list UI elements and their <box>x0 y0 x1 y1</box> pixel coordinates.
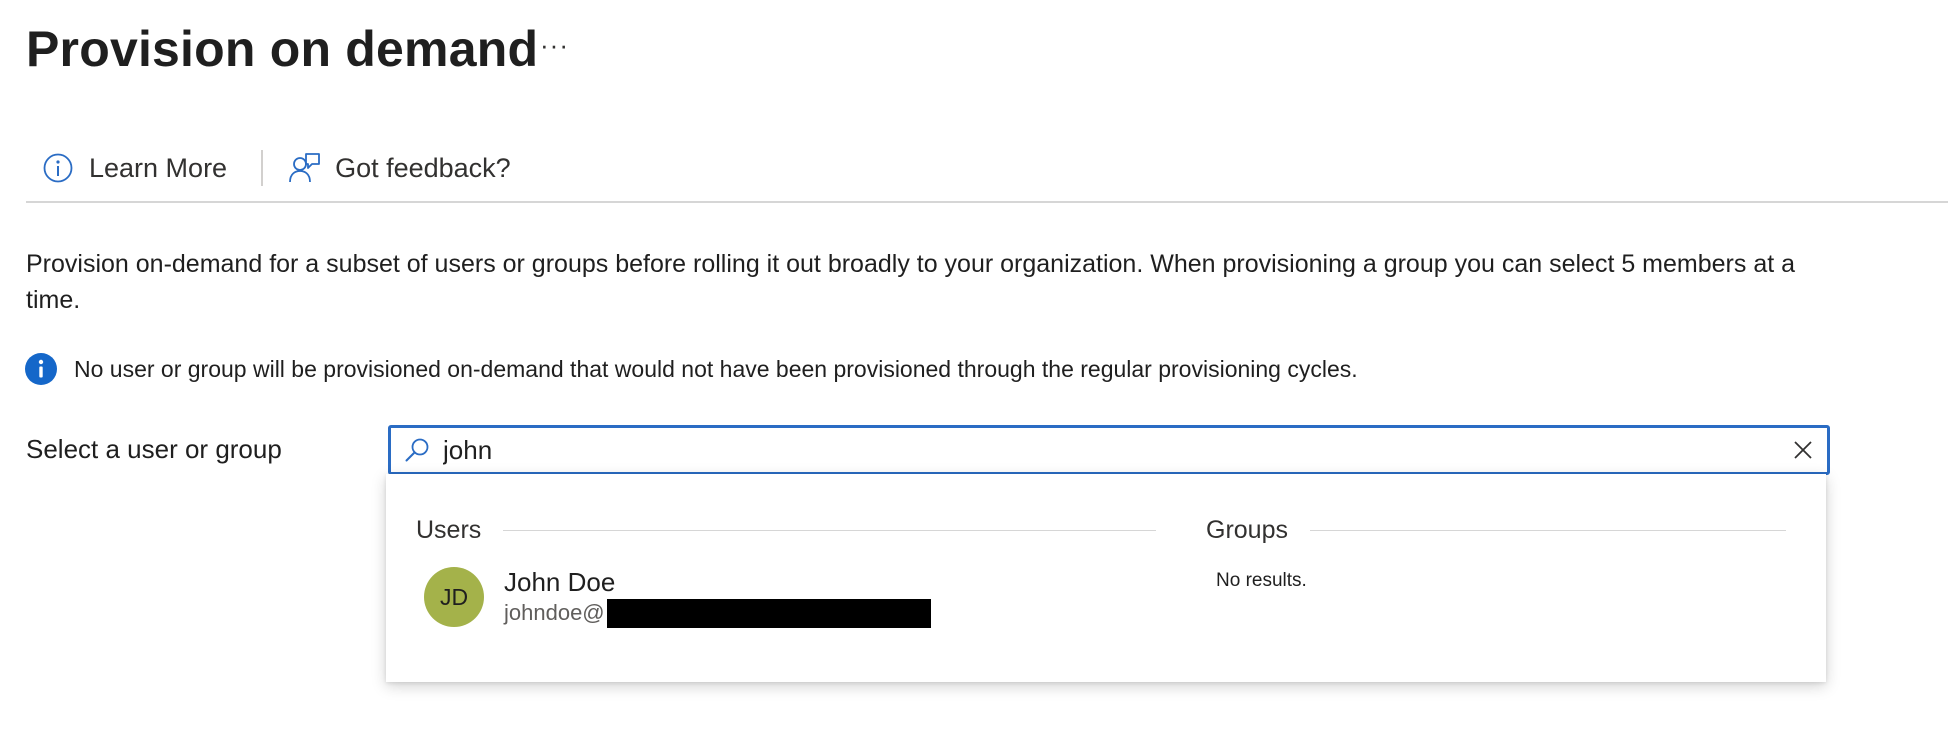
info-circle-outline-icon <box>41 151 75 185</box>
info-message: No user or group will be provisioned on-… <box>24 352 1358 386</box>
groups-no-results: No results. <box>1216 570 1307 591</box>
feedback-label: Got feedback? <box>335 152 511 183</box>
users-section-header: Users <box>416 516 1156 545</box>
close-icon <box>1793 440 1813 460</box>
command-bar: Learn More Got feedback? <box>26 140 517 196</box>
select-user-group-label: Select a user or group <box>26 434 282 464</box>
search-results-dropdown: Users Groups JD John Doe johndoe@ No res… <box>386 474 1826 682</box>
user-group-search-box <box>388 425 1830 475</box>
more-options-button[interactable]: ··· <box>540 30 569 61</box>
toolbar-divider <box>261 150 264 186</box>
page-title: Provision on demand <box>26 21 539 77</box>
info-text: No user or group will be provisioned on-… <box>74 355 1358 382</box>
user-result-item[interactable]: JD John Doe johndoe@ <box>424 566 931 628</box>
search-icon <box>399 432 435 468</box>
avatar: JD <box>424 567 484 627</box>
search-input[interactable] <box>441 433 1785 467</box>
user-result-text: John Doe johndoe@ <box>504 566 931 628</box>
feedback-button[interactable]: Got feedback? <box>287 140 517 196</box>
groups-header-label: Groups <box>1206 516 1288 544</box>
user-email-prefix: johndoe@ <box>504 600 605 625</box>
groups-section-header: Groups <box>1206 516 1786 545</box>
page-description: Provision on-demand for a subset of user… <box>26 250 1796 314</box>
feedback-person-icon <box>287 151 321 185</box>
info-filled-icon <box>24 352 58 386</box>
toolbar-rule <box>26 201 1948 203</box>
groups-header-divider <box>1309 530 1786 531</box>
user-name: John Doe <box>504 567 616 597</box>
clear-search-button[interactable] <box>1785 432 1821 468</box>
users-header-label: Users <box>416 516 482 544</box>
learn-more-button[interactable]: Learn More <box>26 140 233 196</box>
provision-on-demand-page: Provision on demand ··· Learn More Got f… <box>0 0 1948 746</box>
user-email: johndoe@ <box>504 598 931 628</box>
learn-more-label: Learn More <box>89 152 228 183</box>
users-header-divider <box>503 530 1156 531</box>
redacted-email-domain <box>606 598 931 628</box>
